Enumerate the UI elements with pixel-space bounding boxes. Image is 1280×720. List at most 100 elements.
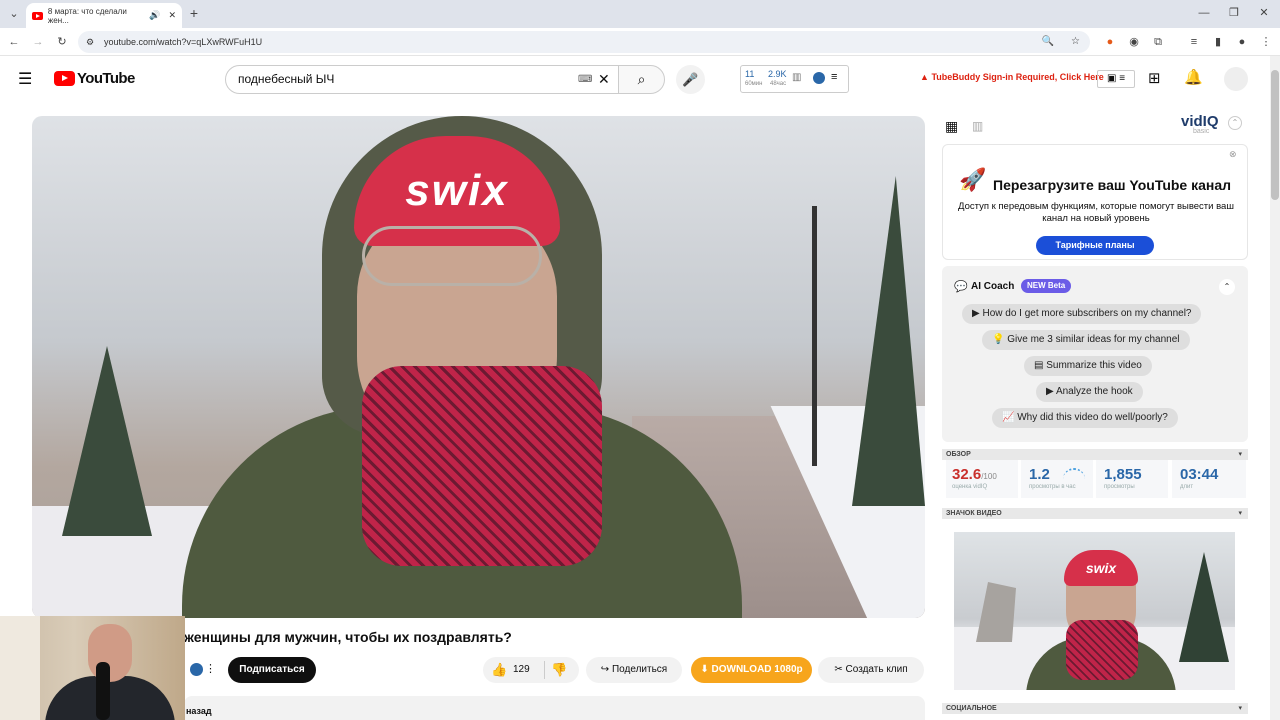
vidiq-channel-icon[interactable]	[190, 663, 203, 676]
video-title: женщины для мужчин, чтобы их поздравлять…	[184, 629, 512, 645]
tab-search-icon[interactable]: ⌄	[6, 7, 22, 21]
extensions-puzzle-icon[interactable]: ⧉	[1150, 35, 1166, 49]
dislike-thumbs-down-icon[interactable]: 👎	[551, 657, 567, 683]
ai-prompt-ideas[interactable]: 💡 Give me 3 similar ideas for my channel	[982, 330, 1190, 350]
thumb-monument	[976, 582, 1016, 642]
webcam-person-head	[88, 624, 132, 682]
ai-coach-panel: 💬 AI Coach NEW Beta ⌃ ▶ How do I get mor…	[942, 266, 1248, 442]
pricing-plans-button[interactable]: Тарифные планы	[1036, 236, 1154, 255]
download-label: DOWNLOAD 1080p	[711, 664, 803, 675]
thumbnail-section-header[interactable]: ЗНАЧОК ВИДЕО ▾	[942, 508, 1248, 519]
tubebuddy-signin-notice[interactable]: ▲ TubeBuddy Sign-in Required, Click Here	[920, 72, 1104, 82]
zoom-icon[interactable]: 🔍	[1042, 31, 1054, 53]
youtube-play-logo-icon	[54, 71, 75, 86]
browser-menu-icon[interactable]: ⋮	[1258, 35, 1274, 49]
search-input[interactable]: поднебесный ЫЧ ⌨ ✕	[225, 65, 619, 94]
like-count[interactable]: 129	[513, 657, 530, 683]
vidiq-views-label: 60мин	[745, 81, 763, 87]
vidiq-collapse-icon[interactable]: ⌃	[1228, 116, 1242, 130]
browser-tab-strip: ⌄ 8 марта: что сделали жен... 🔊 ✕ + — ❐ …	[0, 0, 1280, 28]
youtube-favicon-icon	[32, 11, 43, 20]
views-per-hour-stat: 1.2 просмотры в час	[1021, 460, 1093, 498]
tab-audio-icon[interactable]: 🔊	[149, 10, 160, 21]
download-1080p-button[interactable]: ⬇ DOWNLOAD 1080p	[691, 657, 812, 683]
site-info-icon[interactable]: ⚙	[86, 31, 94, 53]
ai-prompt-hook[interactable]: ▶ Analyze the hook	[1036, 382, 1143, 402]
window-close-button[interactable]: ✕	[1256, 6, 1272, 20]
window-minimize-button[interactable]: —	[1196, 6, 1212, 20]
promo-close-icon[interactable]: ⊗	[1229, 149, 1237, 160]
browser-toolbar: ← → ↻ ⚙ youtube.com/watch?v=qLXwRWFuH1U …	[0, 28, 1280, 56]
score-max: /100	[981, 472, 997, 481]
ai-chat-icon: 💬	[954, 281, 968, 293]
reload-icon[interactable]: ↻	[54, 35, 70, 49]
profile-avatar[interactable]: ●	[1234, 35, 1250, 49]
tubebuddy-menu-icon[interactable]: ▣ ≡	[1097, 70, 1135, 88]
media-controls-icon[interactable]: ≡	[1186, 35, 1202, 49]
create-clip-label: Создать клип	[845, 664, 908, 675]
tab-close-icon[interactable]: ✕	[168, 10, 176, 21]
thumb-tree	[1179, 552, 1229, 662]
extension-icon[interactable]: ◉	[1126, 35, 1142, 49]
scrollbar-thumb[interactable]	[1271, 70, 1279, 200]
back-arrow-icon[interactable]: ←	[6, 35, 22, 49]
vidiq-views-count: 11	[745, 69, 755, 79]
grid-view-icon[interactable]: ▦	[945, 118, 958, 135]
stats-view-icon[interactable]: ▥	[972, 119, 983, 133]
vidiq-subs-label: 48час	[770, 81, 787, 87]
video-description-box[interactable]: назад	[184, 696, 925, 720]
ai-prompt-performance[interactable]: 📈 Why did this video do well/poorly?	[992, 408, 1178, 428]
microphone-icon: 🎤	[682, 72, 699, 87]
video-thumbnail[interactable]: swix	[954, 532, 1235, 690]
vidiq-chart-icon[interactable]: ▥	[792, 72, 801, 83]
lightbulb-icon: 💡	[992, 334, 1005, 345]
notifications-bell-icon[interactable]: 🔔	[1184, 68, 1203, 86]
create-clip-button[interactable]: ✂ Создать клип	[818, 657, 924, 683]
webcam-person-body	[45, 676, 175, 720]
description-text: назад	[186, 706, 212, 716]
search-button[interactable]: ⌕	[618, 65, 665, 94]
new-tab-button[interactable]: +	[186, 6, 202, 20]
video-player[interactable]: swix	[32, 116, 925, 618]
vidiq-logo-icon[interactable]	[813, 72, 825, 84]
hamburger-menu-icon[interactable]: ☰	[18, 69, 32, 89]
share-button[interactable]: ↪ Поделиться	[586, 657, 682, 683]
side-panel-icon[interactable]: ▮	[1210, 35, 1226, 49]
vidiq-header-widget[interactable]: 11 60мин 2.9K 48час ▥ ≡	[740, 65, 849, 93]
ai-collapse-icon[interactable]: ⌃	[1219, 279, 1235, 295]
extension-fire-icon[interactable]: ●	[1102, 35, 1118, 49]
like-divider	[544, 661, 545, 679]
search-icon: ⌕	[637, 71, 646, 87]
trend-chart-icon: 📈	[1002, 412, 1015, 423]
like-thumbs-up-icon[interactable]: 👍	[491, 657, 507, 683]
thumb-hat-text: swix	[1085, 560, 1117, 576]
account-avatar[interactable]	[1224, 67, 1248, 91]
social-section-header[interactable]: СОЦИАЛЬНОЕ ▾	[942, 703, 1248, 714]
download-icon: ⬇	[700, 664, 709, 675]
views-per-hour-value: 1.2	[1029, 466, 1050, 483]
vidiq-menu-icon[interactable]: ≡	[831, 71, 837, 83]
clear-search-icon[interactable]: ✕	[598, 66, 610, 93]
ai-prompt-summarize[interactable]: ▤ Summarize this video	[1024, 356, 1152, 376]
vidiq-plan: basic	[1193, 128, 1210, 135]
ai-prompt-subscribers[interactable]: ▶ How do I get more subscribers on my ch…	[962, 304, 1202, 324]
keyboard-icon[interactable]: ⌨	[578, 66, 592, 93]
page-scrollbar[interactable]	[1270, 56, 1280, 720]
bookmark-star-icon[interactable]: ☆	[1071, 31, 1080, 53]
ai-prompt-label: Give me 3 similar ideas for my channel	[1007, 334, 1180, 345]
browser-tab[interactable]: 8 марта: что сделали жен... 🔊 ✕	[26, 3, 182, 28]
create-video-icon[interactable]: ⊞	[1148, 69, 1161, 87]
overview-section-header[interactable]: ОБЗОР ▾	[942, 449, 1248, 460]
duration-stat: 03:44 длит	[1172, 460, 1246, 498]
url-text: youtube.com/watch?v=qLXwRWFuH1U	[104, 37, 263, 47]
address-bar[interactable]: ⚙ youtube.com/watch?v=qLXwRWFuH1U 🔍 ☆	[78, 31, 1090, 53]
youtube-logo[interactable]: YouTube	[52, 70, 135, 87]
window-restore-button[interactable]: ❐	[1226, 6, 1242, 20]
vidiq-promo-card: ⊗ 🚀 Перезагрузите ваш YouTube канал Дост…	[942, 144, 1248, 260]
subscribe-button[interactable]: Подписаться	[228, 657, 316, 683]
voice-search-button[interactable]: 🎤	[676, 65, 705, 94]
more-options-icon[interactable]: ⋮	[205, 662, 216, 675]
forward-arrow-icon[interactable]: →	[30, 35, 46, 49]
thumb-scarf	[1066, 620, 1138, 680]
duration-value: 03:44	[1180, 466, 1219, 483]
